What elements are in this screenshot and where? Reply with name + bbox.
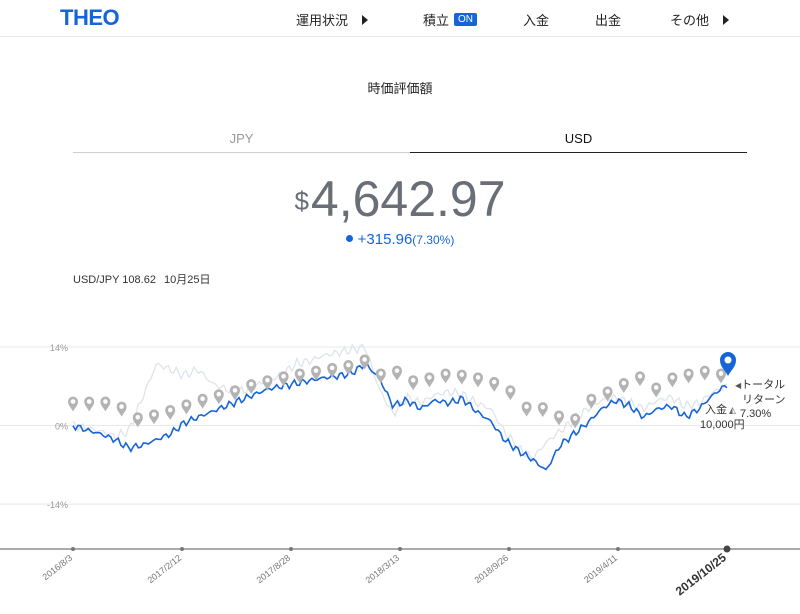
- caret-right-icon: [723, 14, 730, 25]
- x-tick-label: 2019/4/11: [582, 553, 619, 585]
- performance-chart[interactable]: 14% 0% -14% 2016/8/3 2017/2/12 2017/8/28 2018…: [0, 330, 800, 614]
- deposit-marker-icon[interactable]: [246, 379, 257, 395]
- deposit-amount: 10,000円: [700, 419, 745, 431]
- x-tick-dot: [507, 547, 511, 551]
- fx-rate-label: USD/JPY 108.62: [73, 274, 156, 286]
- x-tick-dot: [398, 547, 402, 551]
- deposit-marker-icon[interactable]: [294, 368, 305, 384]
- deposit-marker-icon[interactable]: [683, 368, 694, 384]
- x-tick-dot: [616, 547, 620, 551]
- tab-jpy[interactable]: JPY: [73, 131, 410, 153]
- deposit-marker-icon[interactable]: [505, 385, 516, 401]
- deposit-marker-icon[interactable]: [651, 382, 662, 398]
- deposit-marker-icon[interactable]: [262, 375, 273, 391]
- caret-right-icon: [362, 14, 369, 25]
- deposit-indicator-icon: ◭: [729, 405, 736, 415]
- deposit-marker-icon[interactable]: [132, 412, 143, 428]
- fx-rate-date: 10月25日: [163, 274, 211, 286]
- total-return-label-line1: トータル: [741, 379, 786, 391]
- fx-rate: USD/JPY 108.62 10月25日: [73, 271, 218, 287]
- currency-symbol: $: [294, 186, 309, 216]
- deposit-marker-icon[interactable]: [521, 401, 532, 417]
- deposit-marker-icon[interactable]: [68, 396, 78, 412]
- nav-other-label: その他: [670, 13, 710, 28]
- deposit-marker-icon[interactable]: [149, 409, 159, 425]
- section-title: 時価評価額: [367, 81, 433, 96]
- deposit-marker-icon[interactable]: [375, 368, 386, 384]
- x-tick-dot: [723, 545, 731, 553]
- deposit-marker-icon[interactable]: [586, 393, 597, 409]
- top-header: THEO 運用状況 積立 ON 入金 出金 その他: [0, 0, 800, 37]
- deposit-marker-icon[interactable]: [440, 368, 451, 384]
- x-tick-dot: [71, 547, 75, 551]
- x-tick-label: 2016/8/3: [40, 553, 74, 582]
- y-tick-label: -14%: [47, 500, 68, 510]
- change-dot-icon: [345, 235, 353, 242]
- deposit-marker-icon[interactable]: [537, 402, 548, 418]
- deposit-marker-icon[interactable]: [392, 365, 402, 381]
- deposit-marker-icon[interactable]: [116, 401, 127, 417]
- deposit-marker-icon[interactable]: [667, 372, 678, 388]
- deposit-marker-icon[interactable]: [424, 372, 435, 388]
- deposit-marker-icon[interactable]: [213, 389, 224, 405]
- nav-auto-deposit-label: 積立: [423, 13, 450, 28]
- deposit-marker-icon[interactable]: [181, 399, 192, 415]
- deposit-marker-icon[interactable]: [408, 375, 419, 391]
- deposit-marker-icon[interactable]: [197, 393, 208, 409]
- deposit-marker-icon[interactable]: [84, 396, 95, 412]
- deposit-marker-icon[interactable]: [635, 371, 645, 387]
- deposit-annotation: 入金 ◭: [705, 401, 738, 417]
- x-tick-dot: [180, 547, 184, 551]
- deposit-marker-icon[interactable]: [489, 376, 500, 392]
- change-percent: (7.30%): [412, 233, 455, 247]
- nav-withdraw-label: 出金: [595, 13, 622, 28]
- x-tick-label: 2018/9/26: [473, 553, 511, 586]
- nav-deposit[interactable]: 入金: [523, 10, 549, 29]
- deposit-marker-icon[interactable]: [100, 396, 111, 412]
- x-tick-dot: [289, 547, 293, 551]
- deposit-annotation-label: 入金: [705, 404, 727, 416]
- deposit-marker-icon[interactable]: [165, 404, 176, 420]
- deposit-marker-icon[interactable]: [554, 410, 564, 426]
- x-tick-label: 2017/8/28: [255, 553, 293, 586]
- deposit-marker-icon[interactable]: [456, 369, 467, 385]
- x-tick-label: 2019/10/25: [673, 550, 729, 598]
- total-return-label-line2: リターン: [742, 394, 786, 406]
- change-amount: +315.96: [357, 231, 413, 248]
- y-tick-label: 0%: [55, 422, 68, 432]
- total-return-label: ◀トータル: [735, 376, 785, 392]
- deposit-marker-icon[interactable]: [327, 362, 338, 378]
- deposit-marker-icon[interactable]: [618, 378, 629, 394]
- total-return-value: 7.30%: [740, 408, 772, 420]
- auto-deposit-on-badge: ON: [454, 13, 478, 26]
- nav-portfolio-status-label: 運用状況: [296, 13, 349, 28]
- nav-deposit-label: 入金: [523, 13, 550, 28]
- deposit-marker-icon[interactable]: [699, 365, 710, 381]
- x-tick-label: 2017/2/12: [146, 553, 184, 586]
- market-value-amount: 4,642.97: [310, 171, 506, 227]
- value-change: +315.96(7.30%): [0, 231, 800, 248]
- theo-logo[interactable]: THEO: [60, 5, 120, 31]
- deposit-marker-icon[interactable]: [473, 372, 483, 388]
- tab-usd[interactable]: USD: [410, 131, 747, 153]
- nav-withdraw[interactable]: 出金: [595, 10, 621, 29]
- nav-other[interactable]: その他: [670, 10, 730, 29]
- x-tick-label: 2018/3/13: [364, 553, 402, 586]
- market-value: $4,642.97: [0, 170, 800, 228]
- y-tick-label: 14%: [50, 343, 68, 353]
- nav-auto-deposit[interactable]: 積立 ON: [423, 10, 478, 29]
- deposit-marker-icon[interactable]: [716, 368, 726, 384]
- nav-portfolio-status[interactable]: 運用状況: [296, 10, 369, 29]
